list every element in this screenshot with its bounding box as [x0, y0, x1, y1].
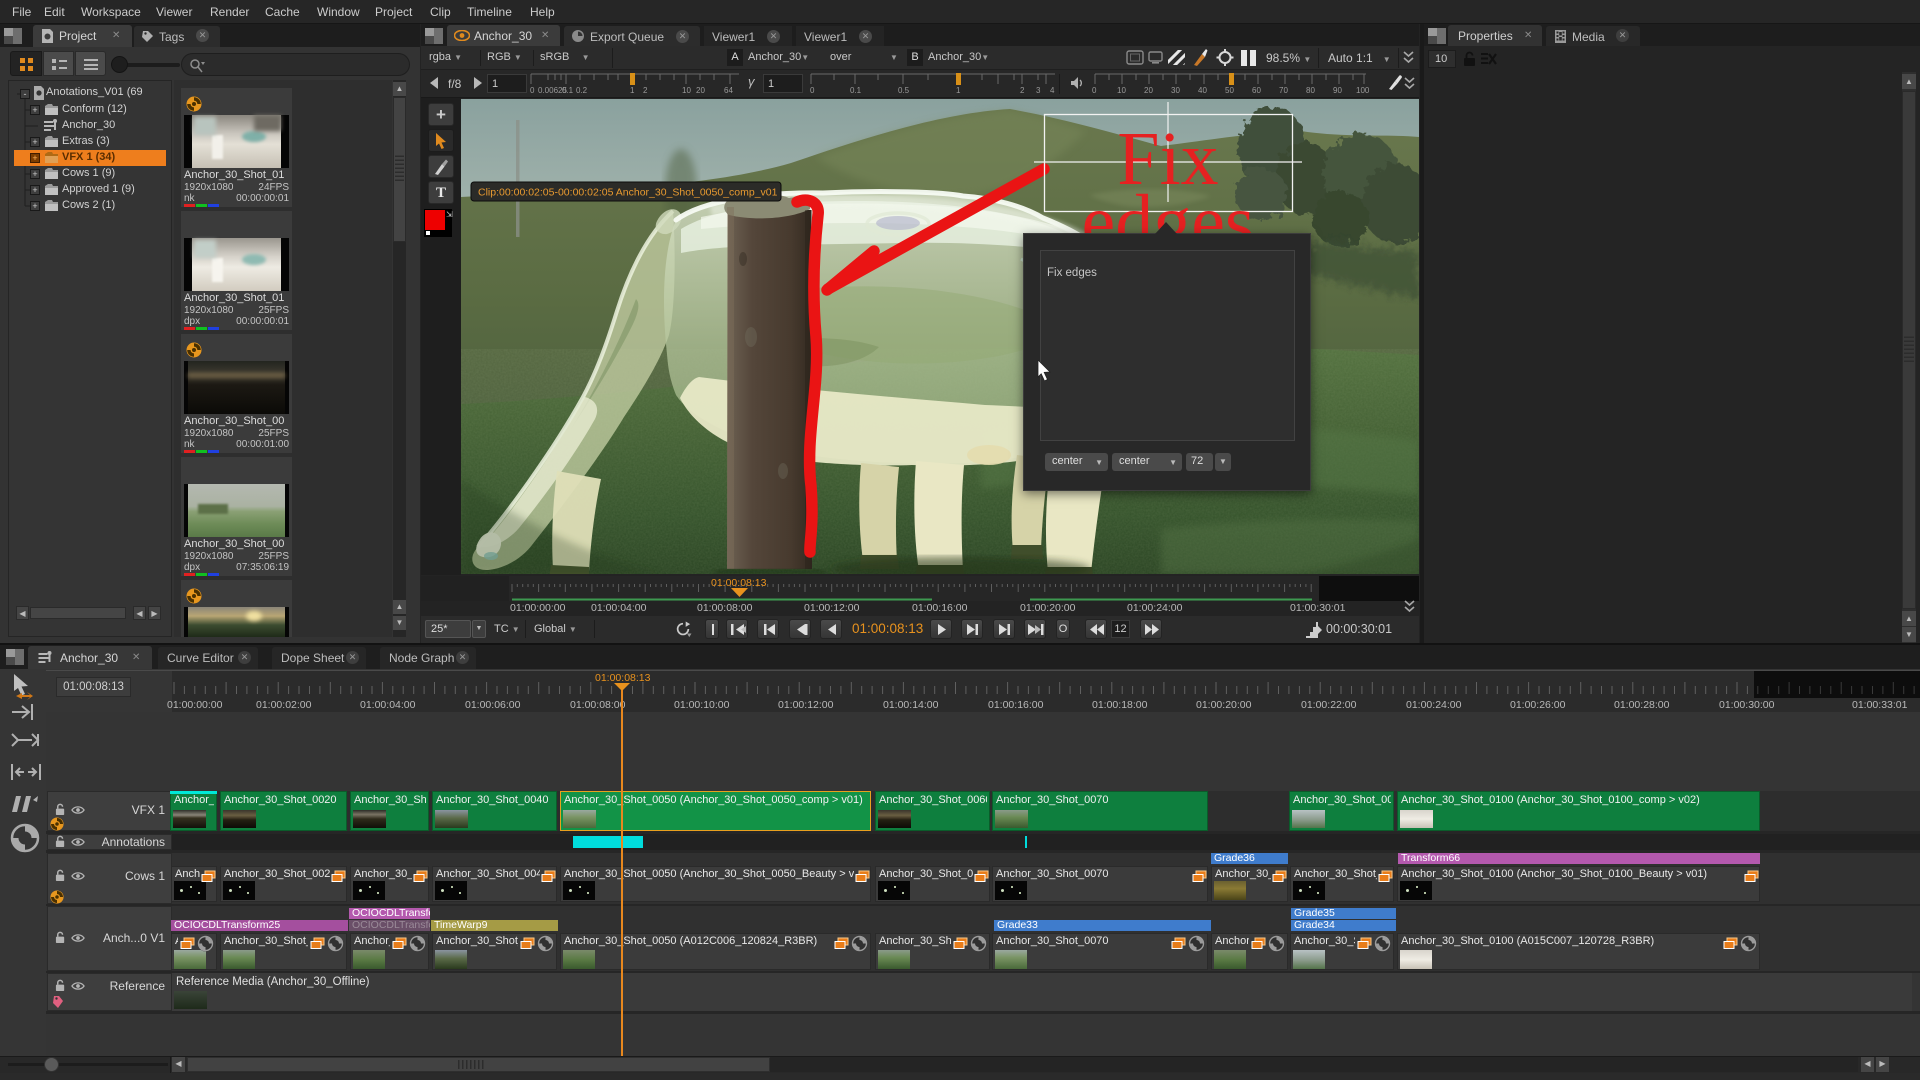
- svg-text:0.1: 0.1: [850, 86, 862, 95]
- svg-text:1: 1: [630, 86, 635, 95]
- svg-text:10: 10: [682, 86, 691, 95]
- svg-text:0.1: 0.1: [562, 86, 574, 95]
- svg-text:50: 50: [1225, 86, 1234, 95]
- svg-text:40: 40: [1198, 86, 1207, 95]
- svg-text:2: 2: [1020, 86, 1025, 95]
- svg-text:0: 0: [810, 86, 815, 95]
- svg-text:30: 30: [1171, 86, 1180, 95]
- svg-text:Clip:00:00:02:05-00:00:02:05 A: Clip:00:00:02:05-00:00:02:05 Anchor_30_S…: [478, 187, 778, 199]
- svg-text:0.2: 0.2: [576, 86, 588, 95]
- svg-text:0: 0: [530, 86, 535, 95]
- svg-text:10: 10: [1117, 86, 1126, 95]
- svg-text:90: 90: [1333, 86, 1342, 95]
- svg-text:80: 80: [1306, 86, 1315, 95]
- svg-text:60: 60: [1252, 86, 1261, 95]
- svg-text:20: 20: [696, 86, 705, 95]
- svg-text:2: 2: [643, 86, 648, 95]
- svg-text:0.5: 0.5: [898, 86, 910, 95]
- svg-text:0: 0: [1092, 86, 1097, 95]
- svg-text:3: 3: [1036, 86, 1041, 95]
- svg-text:64: 64: [724, 86, 733, 95]
- svg-text:70: 70: [1279, 86, 1288, 95]
- svg-text:1: 1: [956, 86, 961, 95]
- svg-text:4: 4: [1050, 86, 1055, 95]
- svg-text:20: 20: [1144, 86, 1153, 95]
- svg-text:100: 100: [1356, 86, 1370, 95]
